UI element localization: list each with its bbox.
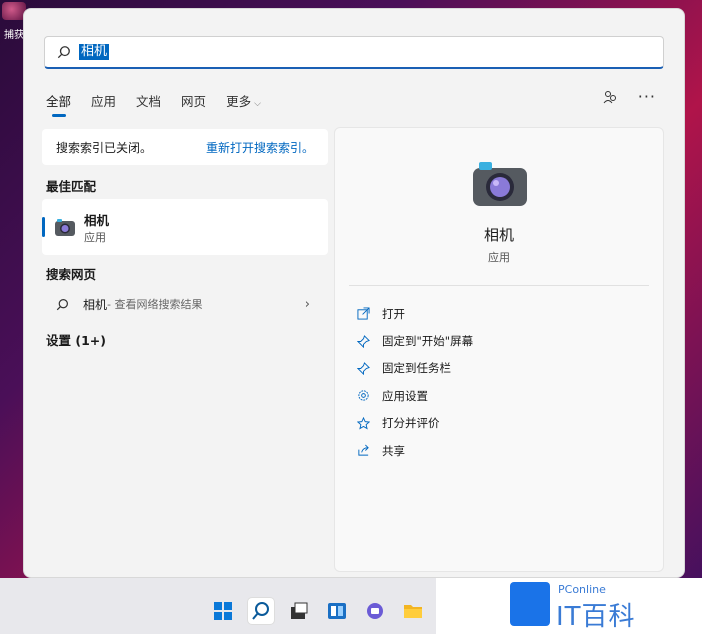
gear-icon <box>358 390 369 401</box>
search-icon <box>56 298 68 310</box>
web-search-heading: 搜索网页 <box>46 267 97 282</box>
action-open[interactable]: 打开 <box>357 300 473 327</box>
search-icon <box>252 602 269 620</box>
task-view-icon <box>291 602 308 619</box>
tab-web[interactable]: 网页 <box>181 91 206 113</box>
watermark-big-text: IT百科 <box>556 602 636 632</box>
start-button[interactable] <box>210 598 236 624</box>
action-label: 应用设置 <box>382 388 428 403</box>
folder-icon <box>404 605 422 618</box>
tab-all[interactable]: 全部 <box>46 91 71 117</box>
search-index-notice: 搜索索引已关闭。 重新打开搜索索引。 <box>42 129 328 165</box>
action-pin-start[interactable]: 固定到"开始"屏幕 <box>357 327 473 354</box>
widgets-button[interactable] <box>324 598 350 624</box>
search-query: 相机 <box>79 44 110 60</box>
tab-apps[interactable]: 应用 <box>91 91 116 113</box>
reenable-index-link[interactable]: 重新打开搜索索引。 <box>206 139 314 156</box>
start-search-panel: 相机 全部 应用 文档 网页 更多 ⌵ ··· 搜索索引已关闭。 重新打开搜索索引… <box>23 8 685 578</box>
web-search-term: 相机 <box>83 297 108 312</box>
action-pin-taskbar[interactable]: 固定到任务栏 <box>357 355 473 382</box>
taskbar-search-button[interactable] <box>248 598 274 624</box>
action-label: 打分并评价 <box>382 416 440 431</box>
action-label: 打开 <box>382 306 405 321</box>
taskbar-icons <box>210 598 426 624</box>
widgets-icon <box>328 603 346 619</box>
best-match-item[interactable]: 相机 应用 <box>42 199 328 255</box>
best-match-type: 应用 <box>84 231 106 244</box>
action-label: 固定到任务栏 <box>382 361 451 376</box>
search-input[interactable]: 相机 <box>44 36 664 69</box>
detail-pane: 相机 应用 打开 固定到"开始"屏幕 固定到任务栏 应用设置 打分并评价 共享 <box>334 127 664 572</box>
share-icon <box>358 444 369 456</box>
best-match-name: 相机 <box>84 213 110 228</box>
tab-more-label: 更多 <box>226 94 252 109</box>
chat-button[interactable] <box>362 598 388 624</box>
chat-icon <box>367 603 383 619</box>
selection-indicator <box>42 217 45 237</box>
detail-app-name: 相机 <box>483 226 514 244</box>
action-app-settings[interactable]: 应用设置 <box>357 382 473 409</box>
search-icon <box>57 46 70 59</box>
windows-icon <box>214 602 232 620</box>
watermark-logo-icon <box>510 582 550 626</box>
chevron-down-icon: ⌵ <box>254 99 261 109</box>
chevron-right-icon[interactable]: › <box>305 297 310 312</box>
notice-text: 搜索索引已关闭。 <box>56 140 153 155</box>
star-icon <box>357 416 370 430</box>
web-search-result[interactable]: 相机 - 查看网络搜索结果 › <box>42 292 328 316</box>
pin-icon <box>357 362 370 375</box>
action-label: 固定到"开始"屏幕 <box>382 334 474 349</box>
open-icon <box>357 307 370 320</box>
settings-heading[interactable]: 设置 (1+) <box>46 330 106 349</box>
best-match-heading: 最佳匹配 <box>46 179 97 194</box>
divider <box>349 285 649 286</box>
action-rate-review[interactable]: 打分并评价 <box>357 410 473 437</box>
action-label: 共享 <box>382 443 405 458</box>
action-share[interactable]: 共享 <box>357 437 473 464</box>
watermark-small-text: PConline <box>558 583 606 596</box>
desktop-icon-label: 捕获 <box>4 30 24 41</box>
file-explorer-button[interactable] <box>400 598 426 624</box>
tab-more[interactable]: 更多 ⌵ <box>226 91 261 113</box>
task-view-button[interactable] <box>286 598 312 624</box>
camera-icon <box>55 219 75 236</box>
filter-tabs: 全部 应用 文档 网页 更多 ⌵ <box>46 91 281 117</box>
pin-icon <box>357 334 370 348</box>
detail-app-type: 应用 <box>488 251 510 264</box>
account-switch-icon[interactable] <box>602 89 618 105</box>
tab-documents[interactable]: 文档 <box>136 91 161 113</box>
action-list: 打开 固定到"开始"屏幕 固定到任务栏 应用设置 打分并评价 共享 <box>357 300 473 464</box>
more-options-icon[interactable]: ··· <box>638 89 656 105</box>
camera-icon <box>473 162 527 206</box>
web-search-suffix: - 查看网络搜索结果 <box>107 298 203 311</box>
